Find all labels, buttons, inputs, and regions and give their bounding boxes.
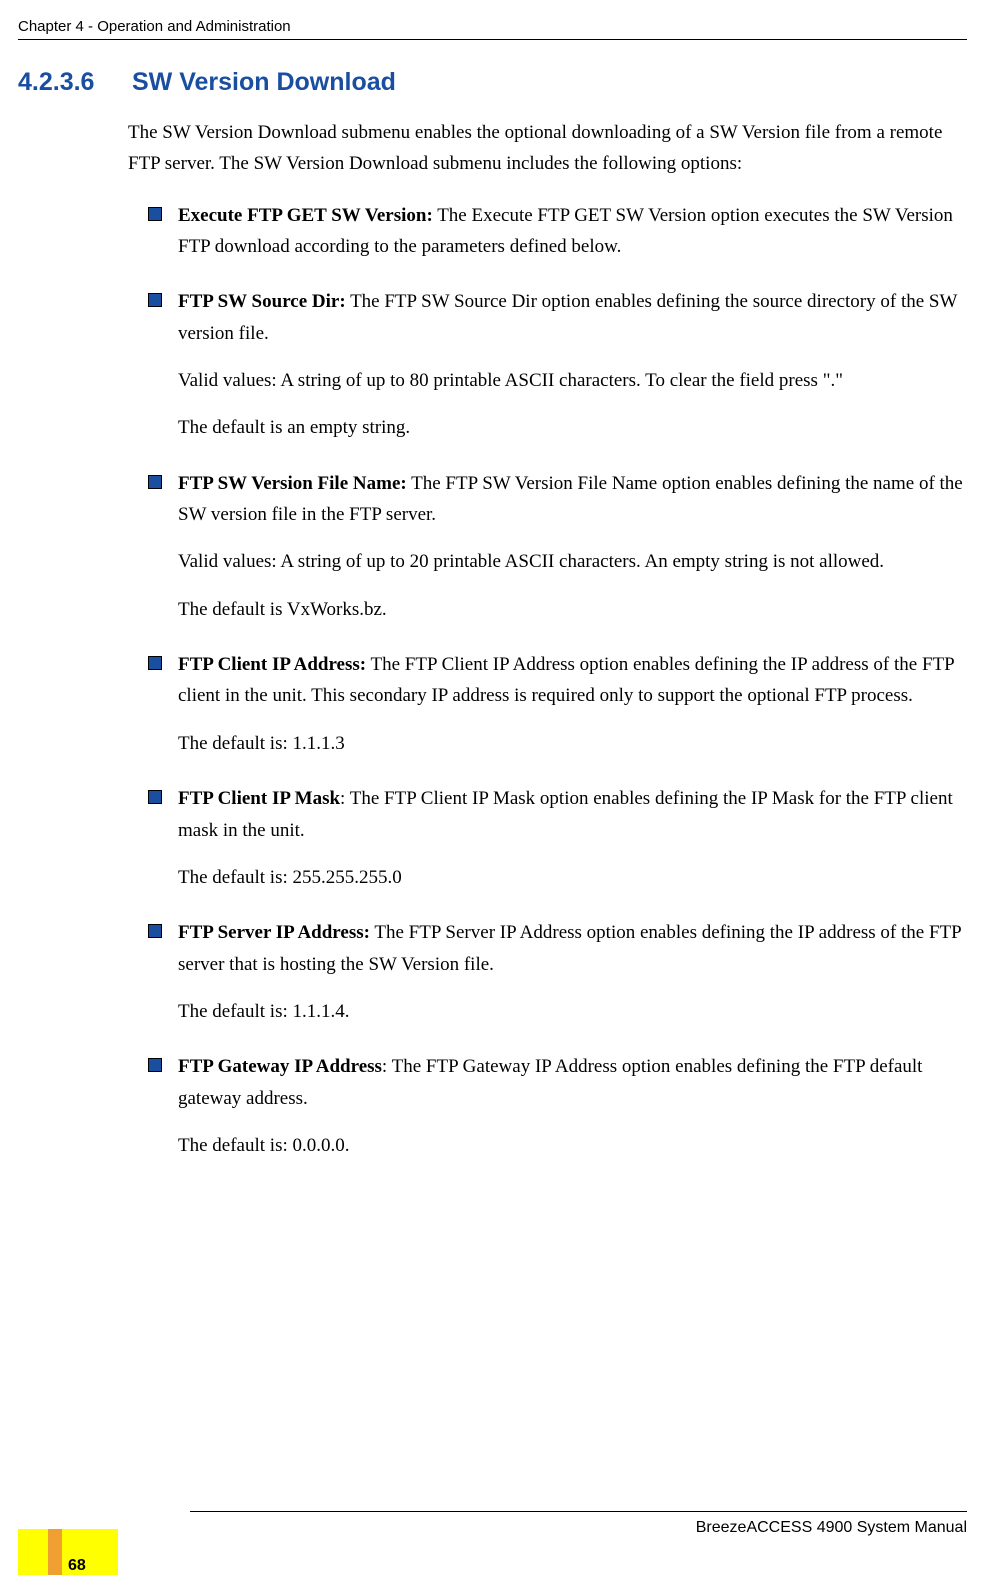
item-label: FTP Server IP Address: [178, 922, 370, 943]
item-label: Execute FTP GET SW Version: [178, 205, 433, 226]
square-bullet-icon [148, 475, 162, 489]
item-para: The default is: 0.0.0.0. [178, 1130, 967, 1161]
square-bullet-icon [148, 656, 162, 670]
page-number: 68 [68, 1557, 128, 1575]
page-footer: BreezeACCESS 4900 System Manual 68 [0, 1511, 967, 1571]
list-item: FTP Gateway IP Address: The FTP Gateway … [148, 1051, 967, 1161]
list-item: FTP SW Version File Name: The FTP SW Ver… [148, 468, 967, 625]
item-para: The default is VxWorks.bz. [178, 594, 967, 625]
list-item: FTP Client IP Address: The FTP Client IP… [148, 649, 967, 759]
item-para: The default is: 1.1.1.3 [178, 728, 967, 759]
item-para: The default is: 255.255.255.0 [178, 862, 967, 893]
square-bullet-icon [148, 924, 162, 938]
list-item: FTP Client IP Mask: The FTP Client IP Ma… [148, 783, 967, 893]
list-item: FTP SW Source Dir: The FTP SW Source Dir… [148, 286, 967, 443]
square-bullet-icon [148, 1058, 162, 1072]
item-label: FTP Client IP Mask [178, 788, 340, 809]
square-bullet-icon [148, 207, 162, 221]
list-item: FTP Server IP Address: The FTP Server IP… [148, 917, 967, 1027]
square-bullet-icon [148, 293, 162, 307]
item-para: The default is an empty string. [178, 412, 967, 443]
page-header: Chapter 4 - Operation and Administration [18, 18, 967, 40]
item-label: FTP SW Source Dir: [178, 291, 346, 312]
item-para: Valid values: A string of up to 20 print… [178, 546, 967, 577]
section-heading: 4.2.3.6 SW Version Download [18, 68, 967, 97]
manual-title: BreezeACCESS 4900 System Manual [696, 1519, 967, 1537]
section-intro: The SW Version Download submenu enables … [128, 117, 967, 180]
footer-divider [190, 1511, 967, 1512]
square-bullet-icon [148, 790, 162, 804]
item-para: The default is: 1.1.1.4. [178, 996, 967, 1027]
section-number: 4.2.3.6 [18, 68, 128, 97]
item-label: FTP SW Version File Name: [178, 473, 407, 494]
section-title: SW Version Download [132, 68, 396, 97]
orange-tab-icon [48, 1529, 62, 1575]
page-content: 4.2.3.6 SW Version Download The SW Versi… [18, 68, 967, 1185]
list-item: Execute FTP GET SW Version: The Execute … [148, 200, 967, 263]
option-list: Execute FTP GET SW Version: The Execute … [148, 200, 967, 1162]
item-label: FTP Client IP Address: [178, 654, 366, 675]
item-para: Valid values: A string of up to 80 print… [178, 365, 967, 396]
chapter-title: Chapter 4 - Operation and Administration [18, 18, 291, 35]
item-label: FTP Gateway IP Address [178, 1056, 382, 1077]
